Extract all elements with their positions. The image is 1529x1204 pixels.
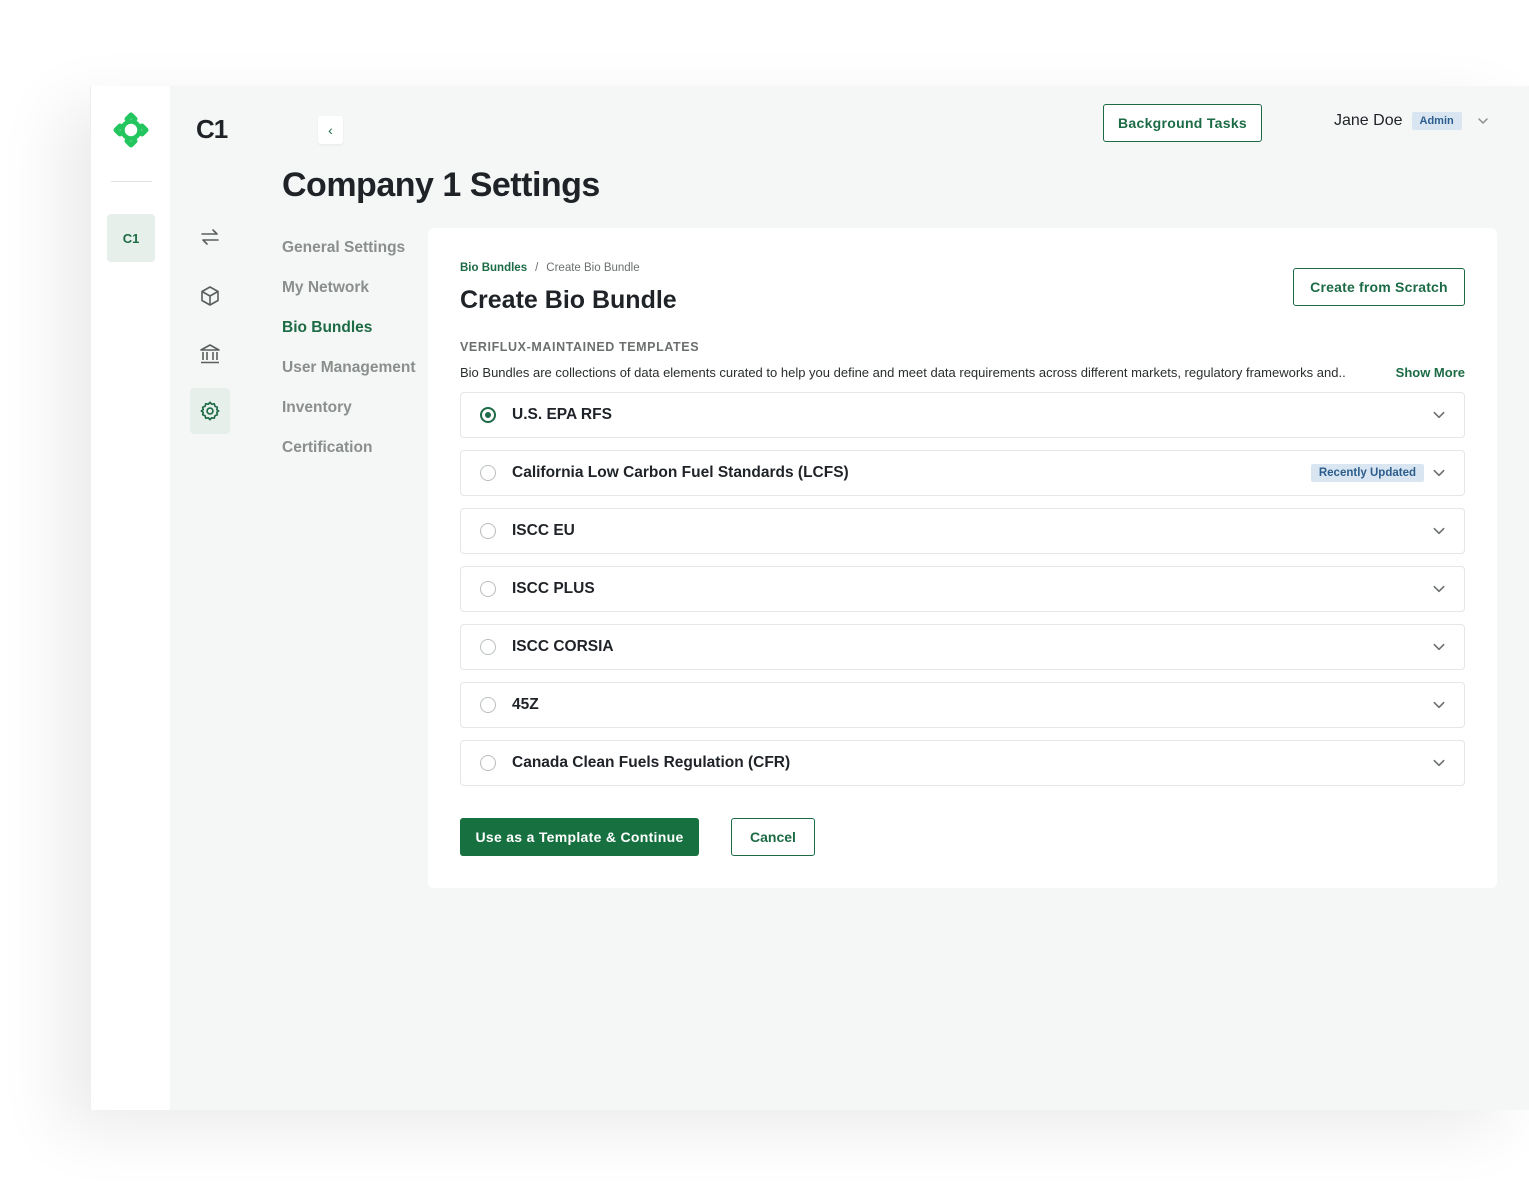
- template-name: U.S. EPA RFS: [512, 406, 612, 423]
- template-option-iscc-corsia[interactable]: ISCC CORSIA: [460, 624, 1465, 670]
- company-brand: C1: [196, 114, 228, 144]
- company-switcher-c1[interactable]: C1: [107, 214, 155, 262]
- template-name: ISCC CORSIA: [512, 638, 614, 655]
- breadcrumb-current: Create Bio Bundle: [546, 262, 640, 274]
- breadcrumb-separator: /: [535, 262, 539, 274]
- chevron-down-icon[interactable]: [1432, 756, 1446, 770]
- radio-button[interactable]: [480, 465, 496, 481]
- settings-nav-general[interactable]: General Settings: [282, 228, 416, 268]
- template-option-45z[interactable]: 45Z: [460, 682, 1465, 728]
- card-title: Create Bio Bundle: [460, 286, 677, 314]
- chevron-down-icon[interactable]: [1432, 466, 1446, 480]
- template-name: Canada Clean Fuels Regulation (CFR): [512, 754, 791, 771]
- template-option-iscc-plus[interactable]: ISCC PLUS: [460, 566, 1465, 612]
- settings-nav: General Settings My Network Bio Bundles …: [282, 228, 416, 468]
- chevron-down-icon[interactable]: [1432, 640, 1446, 654]
- create-bio-bundle-card: Bio Bundles / Create Bio Bundle Create B…: [428, 228, 1497, 888]
- template-option-iscc-eu[interactable]: ISCC EU: [460, 508, 1465, 554]
- rail-divider: [111, 181, 152, 182]
- description: Bio Bundles are collections of data elem…: [460, 365, 1465, 380]
- description-text: Bio Bundles are collections of data elem…: [460, 365, 1346, 380]
- user-menu[interactable]: Jane Doe Admin: [1334, 112, 1489, 130]
- template-option-canada-cfr[interactable]: Canada Clean Fuels Regulation (CFR): [460, 740, 1465, 786]
- cancel-button[interactable]: Cancel: [731, 818, 815, 856]
- template-name: 45Z: [512, 696, 539, 713]
- chevron-down-icon[interactable]: [1432, 698, 1446, 712]
- template-name: ISCC PLUS: [512, 580, 595, 597]
- template-name: ISCC EU: [512, 522, 575, 539]
- background-tasks-button[interactable]: Background Tasks: [1103, 104, 1262, 142]
- show-more-link[interactable]: Show More: [1396, 365, 1465, 380]
- template-list: U.S. EPA RFS California Low Carbon Fuel …: [460, 392, 1465, 798]
- nav-settings[interactable]: [190, 388, 230, 434]
- veriflux-logo-icon[interactable]: [113, 112, 149, 148]
- template-option-california-lcfs[interactable]: California Low Carbon Fuel Standards (LC…: [460, 450, 1465, 496]
- settings-nav-bio-bundles[interactable]: Bio Bundles: [282, 308, 416, 348]
- user-name: Jane Doe: [1334, 112, 1403, 129]
- settings-nav-certification[interactable]: Certification: [282, 428, 416, 468]
- create-from-scratch-button[interactable]: Create from Scratch: [1293, 268, 1465, 306]
- recently-updated-badge: Recently Updated: [1310, 464, 1424, 482]
- settings-nav-my-network[interactable]: My Network: [282, 268, 416, 308]
- breadcrumb-bio-bundles-link[interactable]: Bio Bundles: [460, 262, 527, 274]
- chevron-down-icon[interactable]: [1432, 582, 1446, 596]
- chevron-down-icon: [1477, 118, 1488, 124]
- radio-button[interactable]: [480, 697, 496, 713]
- gear-icon: [200, 401, 220, 421]
- radio-button[interactable]: [480, 755, 496, 771]
- template-name: California Low Carbon Fuel Standards (LC…: [512, 464, 849, 481]
- section-label: VERIFLUX-MAINTAINED TEMPLATES: [460, 340, 700, 354]
- page-title: Company 1 Settings: [282, 166, 600, 204]
- transfer-arrows-icon: [201, 229, 219, 245]
- nav-products[interactable]: [190, 273, 230, 319]
- template-option-us-epa-rfs[interactable]: U.S. EPA RFS: [460, 392, 1465, 438]
- radio-button[interactable]: [480, 639, 496, 655]
- cube-icon: [201, 286, 219, 306]
- chevron-down-icon[interactable]: [1432, 408, 1446, 422]
- breadcrumb: Bio Bundles / Create Bio Bundle: [460, 262, 640, 274]
- bank-building-icon: [200, 344, 220, 364]
- role-badge: Admin: [1411, 112, 1462, 130]
- radio-button[interactable]: [480, 523, 496, 539]
- app-window: C1 C1 ‹ Background Tasks Jane Doe Admin …: [90, 86, 1529, 1110]
- use-as-template-continue-button[interactable]: Use as a Template & Continue: [460, 818, 699, 856]
- settings-nav-user-management[interactable]: User Management: [282, 348, 416, 388]
- nav-transfers[interactable]: [190, 214, 230, 260]
- main-content: Background Tasks Jane Doe Admin Company …: [250, 86, 1529, 1110]
- company-rail: C1: [90, 86, 170, 1110]
- main-nav: C1 ‹: [170, 86, 343, 1110]
- nav-facilities[interactable]: [190, 331, 230, 377]
- radio-button-selected[interactable]: [480, 407, 496, 423]
- settings-nav-inventory[interactable]: Inventory: [282, 388, 416, 428]
- radio-button[interactable]: [480, 581, 496, 597]
- chevron-down-icon[interactable]: [1432, 524, 1446, 538]
